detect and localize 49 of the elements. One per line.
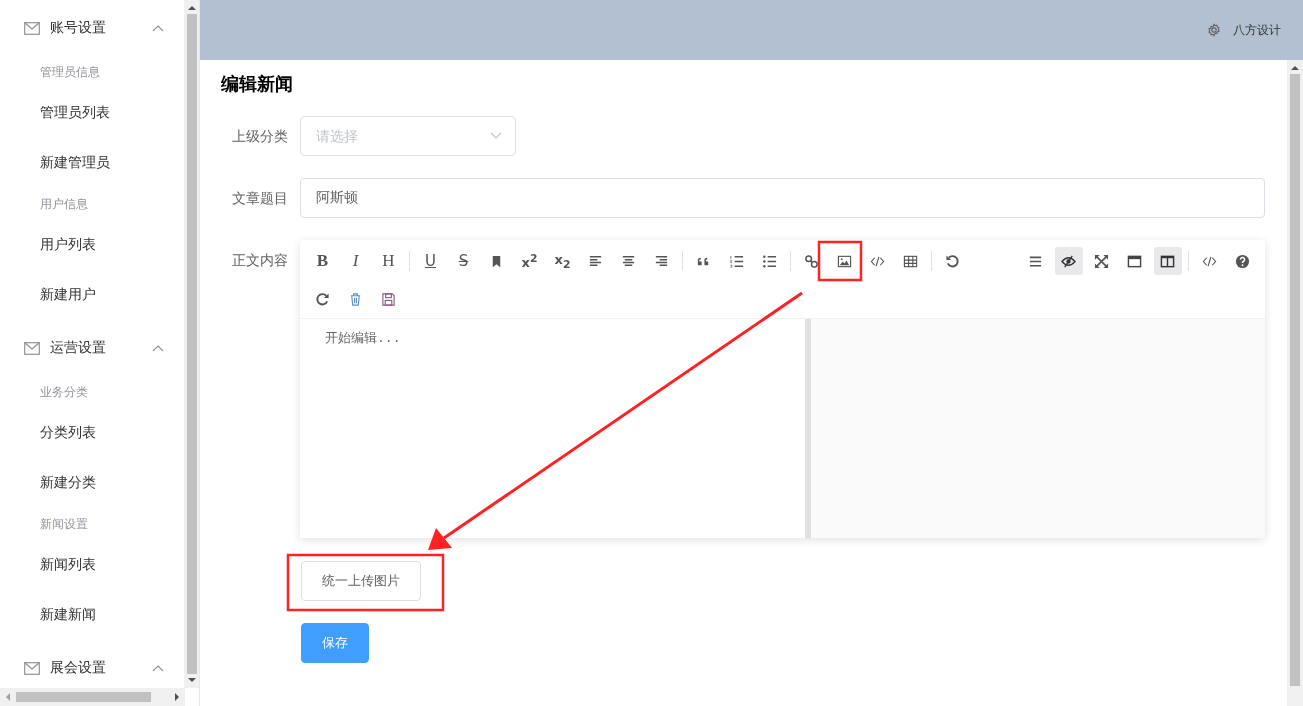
scrollbar[interactable] [1287, 60, 1303, 706]
scroll-up-icon[interactable] [1291, 64, 1299, 72]
menu-group-title: 账号设置 [50, 19, 107, 37]
menu-item[interactable]: 新闻列表 [0, 540, 185, 590]
category-select[interactable]: 请选择 [300, 116, 516, 156]
menu-section-title: 用户信息 [39, 195, 89, 213]
menu-section-title: 管理员信息 [39, 63, 101, 81]
strike-button[interactable]: S [449, 247, 478, 275]
bold-button[interactable]: B [308, 247, 337, 275]
title-input[interactable]: 阿斯顿 [300, 178, 1265, 218]
menu-item[interactable]: 管理员列表 [0, 88, 185, 138]
mail-icon [24, 21, 40, 35]
sub-button[interactable]: x$_{2}$ [548, 247, 577, 275]
menu-section-title: 业务分类 [39, 383, 89, 401]
italic-button[interactable]: I [341, 247, 370, 275]
scroll-down-icon[interactable] [187, 676, 196, 684]
menu-item[interactable]: 新建新闻 [0, 590, 185, 640]
sup-button[interactable]: x$^{2}$ [515, 247, 544, 275]
menu-group[interactable]: 账号设置 [0, 0, 185, 56]
heading-button[interactable]: H [374, 247, 403, 275]
eye-slash-icon[interactable] [1054, 247, 1083, 275]
scrollbar[interactable] [0, 688, 185, 706]
editor-textarea[interactable]: 开始编辑... [300, 319, 811, 538]
scroll-up-icon[interactable] [187, 4, 196, 12]
menu-group-title: 运营设置 [50, 339, 107, 357]
settings-icon[interactable] [1207, 23, 1221, 37]
menu-group[interactable]: 展会设置 [0, 640, 185, 688]
scroll-right-icon[interactable] [173, 693, 181, 701]
highlight-frame [817, 240, 863, 282]
field-label: 正文内容 [231, 251, 289, 270]
user-name[interactable]: 八方设计 [1233, 21, 1281, 39]
menu-item[interactable]: 新建管理员 [0, 138, 185, 188]
scrollbar[interactable] [184, 0, 199, 688]
menu-item[interactable]: 用户列表 [0, 220, 185, 270]
menu-group-title: 展会设置 [50, 659, 107, 677]
menu-item[interactable]: 分类列表 [0, 408, 185, 458]
menu-item[interactable]: 新建用户 [0, 270, 185, 320]
chevron-down-icon [490, 132, 502, 140]
split-view-icon[interactable] [1153, 247, 1182, 275]
menu-section-title: 新闻设置 [39, 515, 89, 533]
page-title: 编辑新闻 [221, 72, 294, 96]
menu-group[interactable]: 运营设置 [0, 320, 185, 376]
underline-button[interactable]: U [416, 247, 445, 275]
menu-item[interactable]: 新建分类 [0, 458, 185, 508]
field-label: 上级分类 [231, 127, 289, 146]
upload-images-button[interactable]: 统一上传图片 [301, 561, 421, 601]
mail-icon [24, 341, 40, 355]
mail-icon [24, 661, 40, 675]
field-label: 文章题目 [231, 189, 289, 208]
